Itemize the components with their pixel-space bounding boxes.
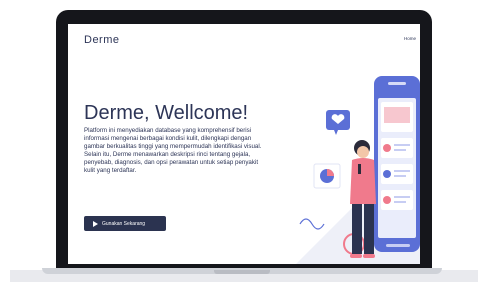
- nav-home-link[interactable]: Home: [404, 36, 416, 41]
- woman-shoe: [350, 254, 362, 258]
- woman-leg: [352, 204, 362, 254]
- avatar-icon: [383, 170, 391, 178]
- hero-description: Platform ini menyediakan database yang k…: [84, 127, 262, 174]
- hero-illustration: [296, 76, 420, 264]
- woman-face: [357, 146, 369, 158]
- woman-shirt: [350, 158, 376, 204]
- avatar-icon: [383, 196, 391, 204]
- page-title: Derme, Wellcome!: [84, 102, 249, 124]
- brand-logo[interactable]: Derme: [84, 34, 120, 46]
- cta-button[interactable]: Gunakan Sekarang: [84, 216, 166, 231]
- cta-label: Gunakan Sekarang: [102, 220, 146, 227]
- avatar-icon: [383, 144, 391, 152]
- squiggle: [299, 218, 325, 230]
- woman-leg: [364, 204, 374, 254]
- laptop-screen: Derme Home Derme, Wellcome! Platform ini…: [68, 24, 420, 264]
- card-image: [384, 107, 410, 123]
- woman-shoe: [363, 254, 375, 258]
- play-icon: [93, 220, 98, 227]
- phone-home-bar: [386, 244, 410, 247]
- phone-speaker: [388, 82, 406, 85]
- woman-phone: [358, 164, 361, 174]
- laptop-notch: [214, 270, 270, 274]
